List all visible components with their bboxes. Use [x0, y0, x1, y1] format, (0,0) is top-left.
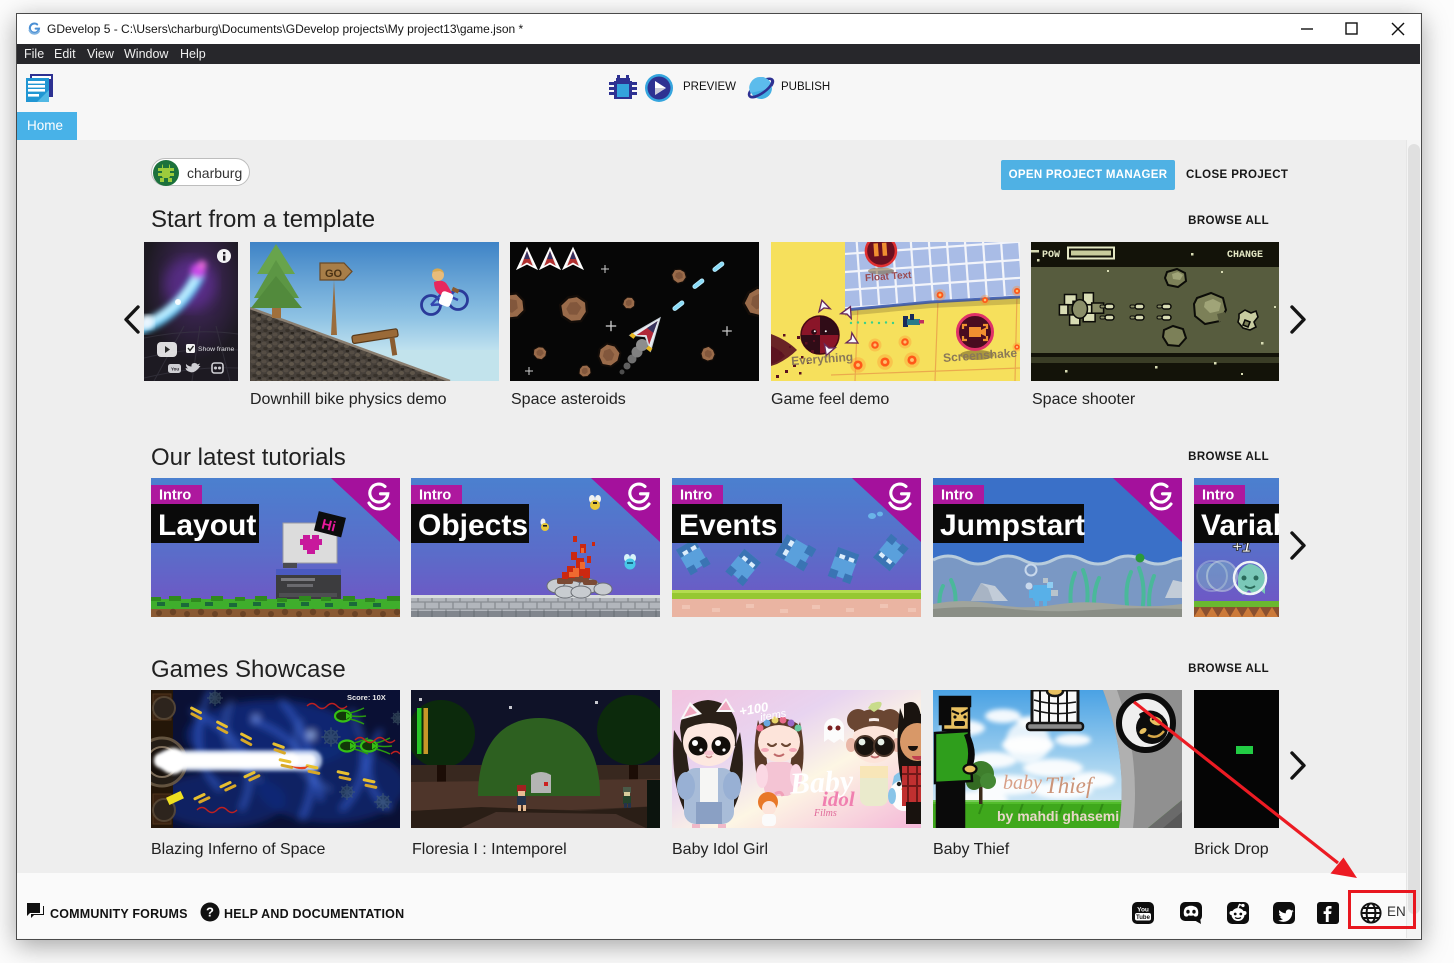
svg-text:Show frame: Show frame — [198, 346, 234, 353]
svg-text:Layout: Layout — [158, 509, 256, 542]
svg-text:by mahdi ghasemi: by mahdi ghasemi — [997, 808, 1119, 824]
svg-text:?: ? — [206, 905, 214, 920]
svg-text:Films: Films — [813, 808, 837, 819]
svg-text:baby: baby — [1003, 772, 1042, 794]
svg-text:Tube: Tube — [1136, 915, 1151, 921]
svg-text:Variab: Variab — [1201, 509, 1279, 542]
svg-text:Events: Events — [679, 509, 777, 542]
svg-text:Objects: Objects — [418, 509, 528, 542]
svg-text:GO: GO — [325, 268, 343, 280]
svg-text:Jumpstart: Jumpstart — [940, 509, 1085, 542]
svg-text:Thief: Thief — [1045, 773, 1096, 798]
svg-text:POW: POW — [1042, 250, 1060, 261]
svg-text:Score: 10X: Score: 10X — [347, 693, 386, 702]
svg-text:You: You — [171, 367, 179, 372]
svg-text:You: You — [1137, 907, 1149, 914]
svg-text:CHANGE: CHANGE — [1227, 250, 1263, 261]
